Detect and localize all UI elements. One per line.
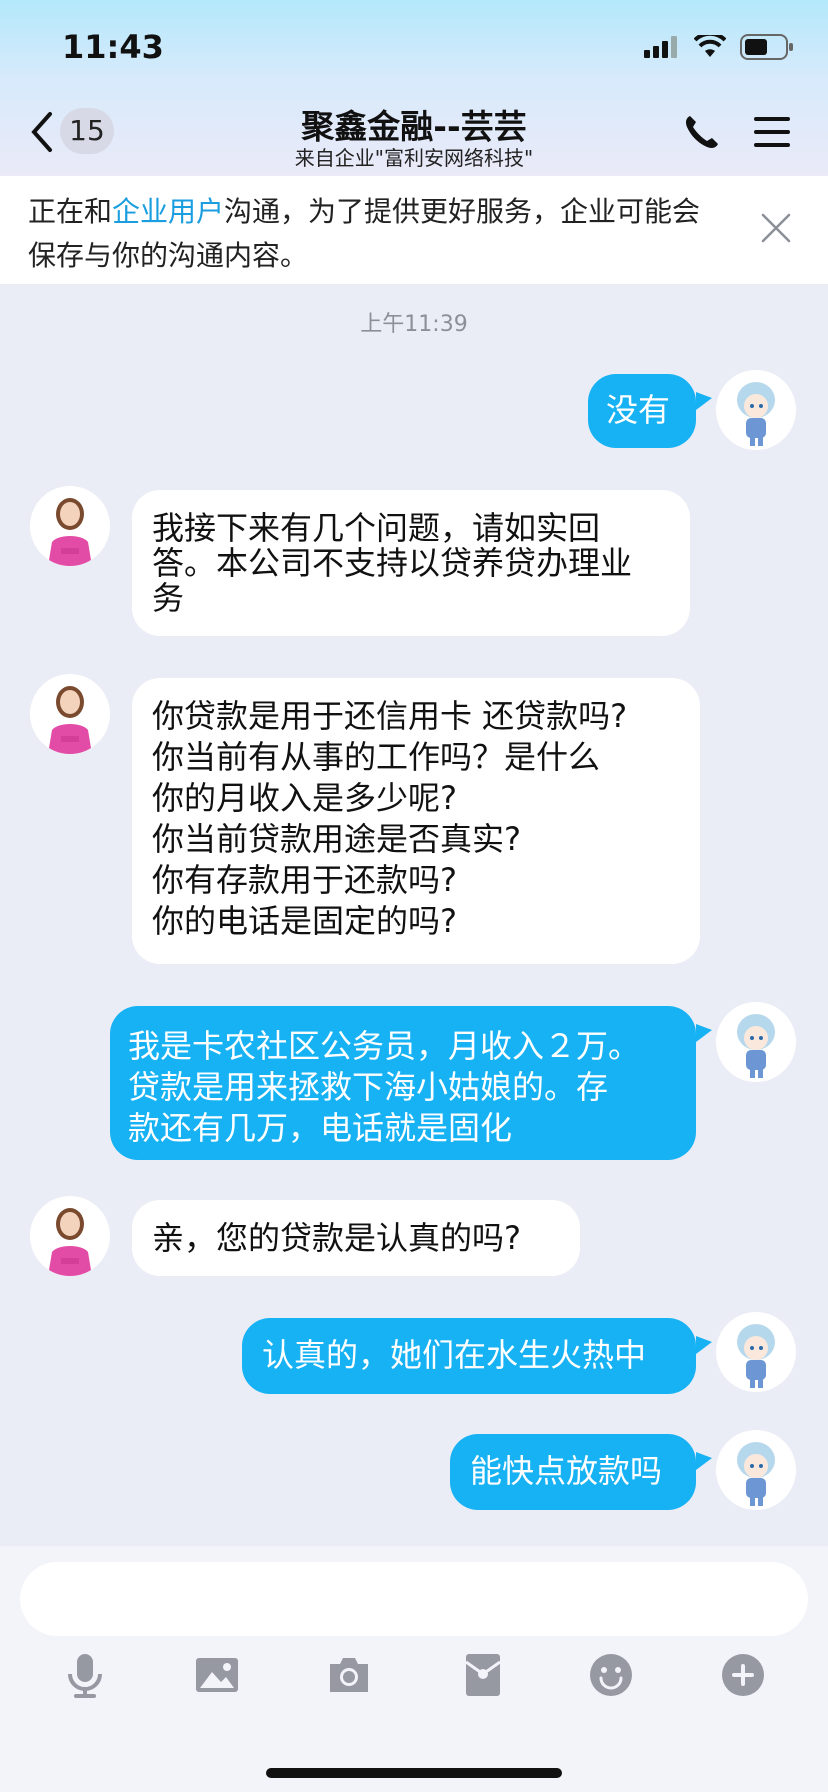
emoji-icon[interactable] <box>588 1652 634 1698</box>
notice-text: 正在和企业用户沟通，为了提供更好服务，企业可能会保存与你的沟通内容。 <box>28 190 718 278</box>
close-icon[interactable] <box>760 212 792 244</box>
message-bubble[interactable]: 能快点放款吗 <box>450 1434 696 1510</box>
phone-icon[interactable] <box>682 112 722 152</box>
bubble-tail <box>696 1336 712 1354</box>
my-avatar[interactable] <box>716 370 796 450</box>
status-time: 11:43 <box>62 28 164 66</box>
privacy-notice: 正在和企业用户沟通，为了提供更好服务，企业可能会保存与你的沟通内容。 <box>0 176 828 284</box>
anime-boy-avatar-icon <box>737 1442 775 1506</box>
my-avatar[interactable] <box>716 1312 796 1392</box>
anime-boy-avatar-icon <box>737 1324 775 1388</box>
message-line: 贷款是用来拯救下海小姑娘的。存 <box>128 1068 609 1106</box>
signal-icon <box>644 36 677 58</box>
message-bubble[interactable]: 我是卡农社区公务员，月收入２万。 贷款是用来拯救下海小姑娘的。存 款还有几万，电… <box>110 1006 696 1160</box>
message-line: 你有存款用于还款吗? <box>152 861 457 899</box>
image-icon[interactable] <box>194 1652 240 1698</box>
message-line: 你当前有从事的工作吗？是什么 <box>152 738 601 776</box>
my-avatar[interactable] <box>716 1430 796 1510</box>
message-line: 你的月收入是多少呢? <box>152 779 457 817</box>
message-text: 能快点放款吗 <box>470 1452 663 1490</box>
message-bubble[interactable]: 我接下来有几个问题，请如实回 答。本公司不支持以贷养贷办理业 务 <box>132 490 690 636</box>
bubble-tail <box>696 1024 712 1042</box>
message-text: 没有 <box>606 391 671 429</box>
message-line: 你当前贷款用途是否真实? <box>152 820 521 858</box>
bubble-tail <box>696 392 712 410</box>
message-line: 你的电话是固定的吗? <box>152 902 457 940</box>
menu-icon[interactable] <box>752 114 792 150</box>
chat-timestamp: 上午11:39 <box>360 312 468 337</box>
anime-boy-avatar-icon <box>737 1014 775 1078</box>
notice-prefix: 正在和 <box>28 195 113 228</box>
message-bubble[interactable]: 你贷款是用于还信用卡 还贷款吗? 你当前有从事的工作吗？是什么 你的月收入是多少… <box>132 678 700 964</box>
agent-avatar[interactable] <box>30 1196 110 1276</box>
red-packet-icon[interactable] <box>460 1652 506 1698</box>
plus-icon[interactable] <box>720 1652 766 1698</box>
home-indicator[interactable] <box>266 1768 562 1778</box>
my-avatar[interactable] <box>716 1002 796 1082</box>
message-text: 认真的，她们在水生火热中 <box>262 1336 647 1374</box>
agent-photo-icon <box>48 498 92 566</box>
agent-photo-icon <box>48 1208 92 1276</box>
enterprise-user-link[interactable]: 企业用户 <box>112 195 224 228</box>
message-line: 你贷款是用于还信用卡 还贷款吗? <box>152 697 628 735</box>
microphone-icon[interactable] <box>62 1652 108 1698</box>
anime-boy-avatar-icon <box>737 382 775 446</box>
agent-photo-icon <box>48 686 92 754</box>
message-text: 亲，您的贷款是认真的吗? <box>152 1219 521 1257</box>
message-line: 务 <box>152 579 185 617</box>
message-line: 款还有几万，电话就是固化 <box>128 1109 513 1147</box>
bubble-tail <box>696 1452 712 1470</box>
message-input[interactable] <box>20 1562 808 1636</box>
message-bubble[interactable]: 认真的，她们在水生火热中 <box>242 1318 696 1394</box>
battery-icon <box>740 34 793 60</box>
message-line: 答。本公司不支持以贷养贷办理业 <box>152 544 633 582</box>
wifi-icon <box>694 35 726 57</box>
message-line: 我是卡农社区公务员，月收入２万。 <box>128 1027 641 1065</box>
message-bubble[interactable]: 没有 <box>588 374 696 448</box>
camera-icon[interactable] <box>326 1652 372 1698</box>
status-icons <box>644 34 794 60</box>
message-bubble[interactable]: 亲，您的贷款是认真的吗? <box>132 1200 580 1276</box>
agent-avatar[interactable] <box>30 674 110 754</box>
agent-avatar[interactable] <box>30 486 110 566</box>
